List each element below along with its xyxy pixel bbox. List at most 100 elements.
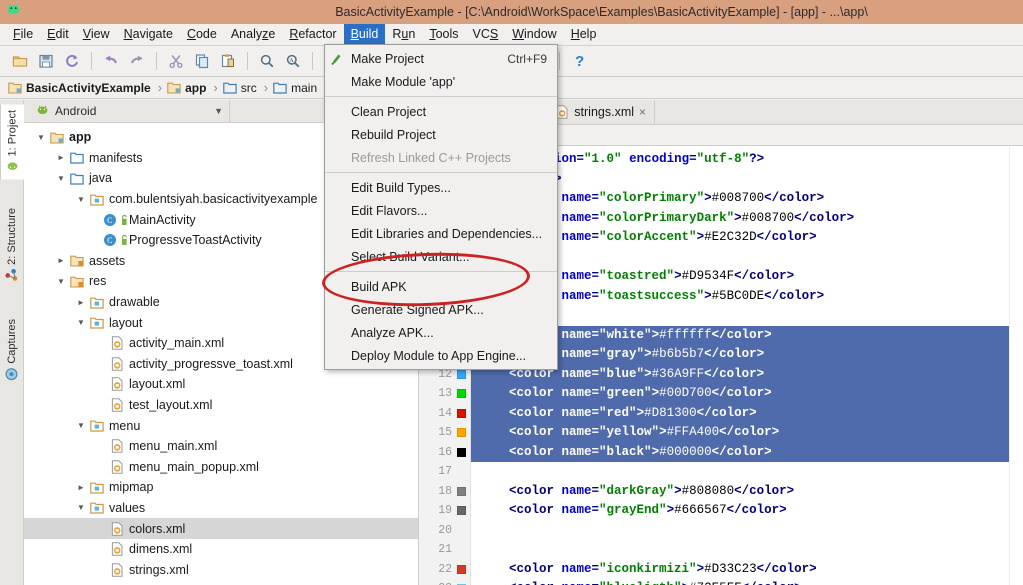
tree-node-selected[interactable]: colors.xml bbox=[24, 518, 418, 539]
menu-edit[interactable]: Edit bbox=[40, 24, 76, 45]
editor-tab-strings-xml[interactable]: strings.xml × bbox=[548, 99, 656, 125]
undo-icon[interactable] bbox=[99, 49, 123, 73]
close-icon[interactable]: × bbox=[639, 105, 646, 119]
structure-icon bbox=[6, 268, 19, 282]
cut-icon[interactable] bbox=[164, 49, 188, 73]
tree-node[interactable]: ► mipmap bbox=[24, 477, 418, 498]
module-folder-icon bbox=[167, 81, 181, 94]
paste-icon[interactable] bbox=[216, 49, 240, 73]
menu-item-select-build-variant[interactable]: Select Build Variant... bbox=[325, 245, 557, 268]
menu-item-rebuild-project[interactable]: Rebuild Project bbox=[325, 123, 557, 146]
code-token: > bbox=[644, 347, 652, 361]
chevron-down-icon[interactable]: ▼ bbox=[74, 421, 88, 430]
open-folder-icon[interactable] bbox=[8, 49, 32, 73]
left-tab-structure[interactable]: 2: Structure bbox=[0, 202, 24, 288]
code-token: #E2C32D bbox=[704, 230, 757, 244]
code-line[interactable]: <color name="green">#00D700</color> bbox=[471, 384, 1009, 404]
chevron-down-icon[interactable]: ▼ bbox=[214, 106, 229, 116]
chevron-down-icon[interactable]: ▼ bbox=[34, 133, 48, 142]
chevron-down-icon[interactable]: ▼ bbox=[54, 277, 68, 286]
chevron-right-icon[interactable]: ► bbox=[74, 298, 88, 307]
menu-item-edit-build-types[interactable]: Edit Build Types... bbox=[325, 176, 557, 199]
menu-run[interactable]: Run bbox=[385, 24, 422, 45]
tree-node-label: values bbox=[109, 500, 146, 515]
menu-build[interactable]: Build bbox=[343, 24, 386, 45]
find-icon[interactable] bbox=[255, 49, 279, 73]
chevron-right-icon[interactable]: ► bbox=[54, 256, 68, 265]
left-tab-captures[interactable]: Captures bbox=[0, 313, 24, 387]
menu-window[interactable]: Window bbox=[505, 24, 563, 45]
tree-node-label: mipmap bbox=[109, 480, 154, 495]
menu-item-clean-project[interactable]: Clean Project bbox=[325, 100, 557, 123]
sync-refresh-icon[interactable] bbox=[60, 49, 84, 73]
save-all-icon[interactable] bbox=[34, 49, 58, 73]
menu-file[interactable]: File bbox=[6, 24, 40, 45]
redo-icon[interactable] bbox=[125, 49, 149, 73]
code-line[interactable] bbox=[471, 540, 1009, 560]
line-number: 22 bbox=[438, 562, 452, 576]
menu-tools[interactable]: Tools bbox=[422, 24, 465, 45]
code-line[interactable]: <color name="blueligth">#72E5FF</color> bbox=[471, 579, 1009, 585]
menu-item-edit-flavors[interactable]: Edit Flavors... bbox=[325, 199, 557, 222]
code-line[interactable]: <color name="darkGray">#808080</color> bbox=[471, 482, 1009, 502]
breadcrumb-item-label: BasicActivityExample bbox=[26, 80, 151, 95]
breadcrumb-item-main[interactable]: main bbox=[273, 81, 319, 95]
tree-node[interactable]: menu_main.xml bbox=[24, 436, 418, 457]
tree-node[interactable]: test_layout.xml bbox=[24, 395, 418, 416]
code-token: #b6b5b7 bbox=[651, 347, 705, 361]
menu-analyze[interactable]: Analyze bbox=[224, 24, 282, 45]
tree-node[interactable]: ▼ menu bbox=[24, 415, 418, 436]
menu-item-generate-signed-apk[interactable]: Generate Signed APK... bbox=[325, 298, 557, 321]
code-line[interactable]: <color name="black">#000000</color> bbox=[471, 442, 1009, 462]
menu-view[interactable]: View bbox=[76, 24, 117, 45]
editor-tab-label: strings.xml bbox=[574, 105, 635, 119]
line-number: 21 bbox=[438, 543, 452, 557]
left-tab-project[interactable]: 1: Project bbox=[0, 104, 24, 180]
project-view-selector[interactable]: Android ▼ bbox=[30, 99, 230, 123]
menu-help[interactable]: Help bbox=[564, 24, 604, 45]
menu-item-deploy-module-to-app-engine[interactable]: Deploy Module to App Engine... bbox=[325, 344, 557, 367]
menu-refactor[interactable]: Refactor bbox=[282, 24, 343, 45]
tree-node[interactable]: ▼ values bbox=[24, 498, 418, 519]
code-line[interactable] bbox=[471, 521, 1009, 541]
code-line[interactable]: <color name="grayEnd">#666567</color> bbox=[471, 501, 1009, 521]
code-line[interactable]: <color name="iconkirmizi">#D33C23</color… bbox=[471, 560, 1009, 580]
breadcrumb-item-app[interactable]: app bbox=[167, 81, 208, 95]
menu-item-analyze-apk[interactable]: Analyze APK... bbox=[325, 321, 557, 344]
menu-navigate[interactable]: Navigate bbox=[117, 24, 180, 45]
menu-item-make-module-app[interactable]: Make Module 'app' bbox=[325, 70, 557, 93]
color-swatch bbox=[457, 447, 466, 457]
marker-strip[interactable] bbox=[1009, 146, 1023, 585]
code-token: #D81300 bbox=[644, 405, 697, 420]
tree-node[interactable]: dimens.xml bbox=[24, 539, 418, 560]
breadcrumb-item-basicactivityexample[interactable]: BasicActivityExample bbox=[8, 81, 153, 95]
color-swatch bbox=[457, 428, 466, 438]
chevron-down-icon[interactable]: ▼ bbox=[74, 503, 88, 512]
copy-icon[interactable] bbox=[190, 49, 214, 73]
xml-file-icon bbox=[111, 542, 124, 556]
help-icon[interactable]: ? bbox=[567, 49, 591, 73]
tree-node-label: layout.xml bbox=[129, 377, 186, 392]
menu-vcs[interactable]: VCS bbox=[466, 24, 506, 45]
chevron-down-icon[interactable]: ▼ bbox=[54, 174, 68, 183]
chevron-down-icon[interactable]: ▼ bbox=[74, 318, 88, 327]
replace-icon[interactable]: A bbox=[281, 49, 305, 73]
chevron-right-icon[interactable]: ► bbox=[54, 153, 68, 162]
tree-node[interactable]: strings.xml bbox=[24, 559, 418, 580]
gutter-line: 13 bbox=[419, 384, 470, 404]
menu-item-make-project[interactable]: Make Project Ctrl+F9 bbox=[325, 47, 557, 70]
breadcrumb-item-src[interactable]: src bbox=[222, 81, 259, 95]
menu-item-edit-libraries-and-dependencies[interactable]: Edit Libraries and Dependencies... bbox=[325, 222, 557, 245]
tree-node[interactable]: menu_main_popup.xml bbox=[24, 457, 418, 478]
color-swatch bbox=[457, 408, 466, 418]
code-line[interactable] bbox=[471, 462, 1009, 482]
menu-item-build-apk[interactable]: Build APK bbox=[325, 275, 557, 298]
tree-node[interactable]: layout.xml bbox=[24, 374, 418, 395]
code-line[interactable]: <color name="yellow">#FFA400</color> bbox=[471, 423, 1009, 443]
menu-code[interactable]: Code bbox=[180, 24, 224, 45]
code-line[interactable]: <color name="red">#D81300</color> bbox=[471, 403, 1009, 423]
chevron-right-icon[interactable]: ► bbox=[74, 483, 88, 492]
chevron-down-icon[interactable]: ▼ bbox=[74, 195, 88, 204]
code-token: > bbox=[696, 561, 705, 576]
